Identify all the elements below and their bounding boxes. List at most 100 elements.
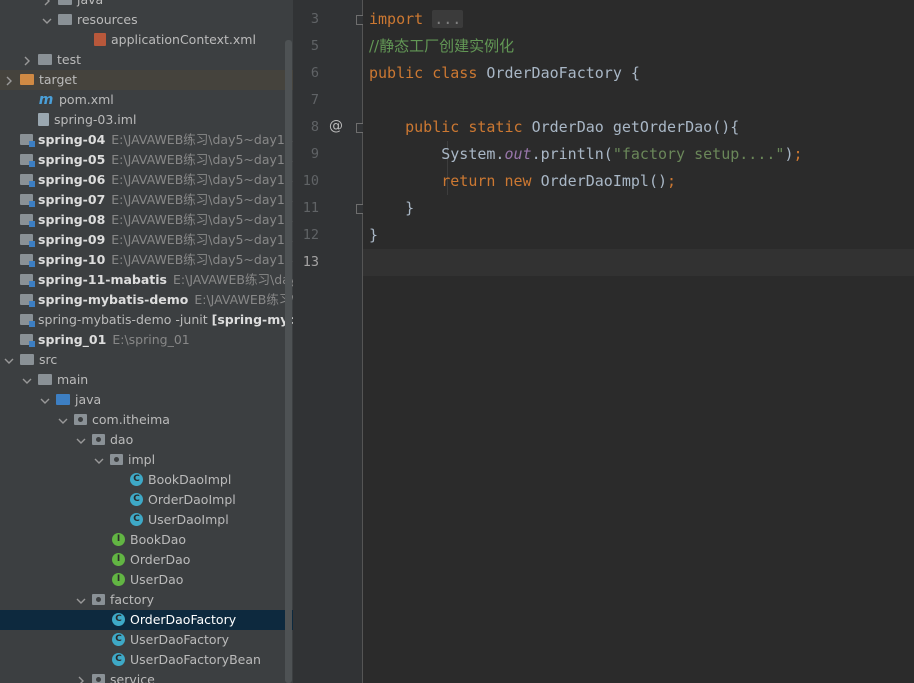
- tree-item[interactable]: java: [0, 0, 293, 10]
- tree-item[interactable]: spring-03.iml: [0, 110, 293, 130]
- code-token: ;: [667, 172, 677, 190]
- tree-item[interactable]: spring-06 E:\JAVAWEB练习\day5~day14课件\da: [0, 170, 293, 190]
- module-path: E:\spring_01: [112, 332, 190, 347]
- interface-icon: I: [112, 573, 125, 586]
- tree-item[interactable]: com.itheima: [0, 410, 293, 430]
- tree-item-label: spring-03.iml: [54, 112, 137, 127]
- chevron-down-icon[interactable]: [22, 376, 32, 386]
- chevron-down-icon[interactable]: [58, 416, 68, 426]
- tree-item-label: factory: [110, 592, 155, 607]
- line-number: 11: [302, 200, 319, 216]
- tree-item-label: OrderDaoImpl: [148, 492, 236, 507]
- chevron-right-icon[interactable]: [42, 0, 52, 6]
- tree-item[interactable]: applicationContext.xml: [0, 30, 293, 50]
- code-line[interactable]: System.out.println("factory setup....");: [369, 141, 802, 168]
- tree-item[interactable]: C BookDaoImpl: [0, 470, 293, 490]
- chevron-down-icon[interactable]: [42, 16, 52, 26]
- tree-item[interactable]: C UserDaoFactory: [0, 630, 293, 650]
- tree-item[interactable]: spring-05 E:\JAVAWEB练习\day5~day14课件\da: [0, 150, 293, 170]
- tree-item[interactable]: target: [0, 70, 293, 90]
- tree-item[interactable]: spring-mybatis-demo E:\JAVAWEB练习\day5~: [0, 290, 293, 310]
- chevron-down-icon[interactable]: [40, 396, 50, 406]
- tree-item[interactable]: C UserDaoImpl: [0, 510, 293, 530]
- tree-item[interactable]: service: [0, 670, 293, 683]
- module-icon: [20, 234, 35, 247]
- package-icon: [92, 434, 105, 445]
- line-number: 5: [310, 38, 319, 54]
- tree-item-label: UserDaoFactory: [130, 632, 230, 647]
- tree-item[interactable]: I UserDao: [0, 570, 293, 590]
- line-number: 13: [302, 254, 319, 270]
- code-token: OrderDaoImpl(): [540, 172, 668, 190]
- line-number: 9: [310, 146, 319, 162]
- package-icon: [110, 454, 123, 465]
- tree-item[interactable]: resources: [0, 10, 293, 30]
- maven-icon: m: [38, 91, 54, 108]
- tree-item[interactable]: spring-09 E:\JAVAWEB练习\day5~day14课件\da: [0, 230, 293, 250]
- tree-item[interactable]: spring-10 E:\JAVAWEB练习\day5~day14课件\da: [0, 250, 293, 270]
- tree-item-label: com.itheima: [92, 412, 170, 427]
- chevron-right-icon[interactable]: [22, 56, 32, 66]
- tree-item[interactable]: java: [0, 390, 293, 410]
- code-token: "factory setup....": [612, 145, 785, 163]
- tree-item[interactable]: C OrderDaoImpl: [0, 490, 293, 510]
- tree-item[interactable]: spring_01 E:\spring_01: [0, 330, 293, 350]
- tree-item-label: spring-mybatis-demo: [38, 292, 189, 307]
- module-icon: [20, 174, 35, 187]
- tree-item[interactable]: test: [0, 50, 293, 70]
- code-editor[interactable]: import ... //静态工厂创建实例化 public class OrderD…: [363, 0, 914, 683]
- module-path: E:\JAVAWEB练习\day5~day14课件\da: [111, 212, 293, 227]
- tree-item[interactable]: C UserDaoFactoryBean: [0, 650, 293, 670]
- chevron-right-icon[interactable]: [76, 676, 86, 683]
- tree-item-label: main: [57, 372, 89, 387]
- tree-item-label: applicationContext.xml: [111, 32, 256, 47]
- tree-item[interactable]: spring-07 E:\JAVAWEB练习\day5~day14课件\da: [0, 190, 293, 210]
- tree-item-label: spring-04: [38, 132, 106, 147]
- tree-item[interactable]: spring-11-mabatis E:\JAVAWEB练习\day5~day: [0, 270, 293, 290]
- code-line[interactable]: return new OrderDaoImpl();: [369, 168, 676, 195]
- module-path: E:\JAVAWEB练习\day5~day14课件\da: [111, 252, 293, 267]
- tree-item-label: target: [39, 72, 78, 87]
- code-token: System.: [369, 145, 505, 163]
- tree-item-label: spring-mybatis-demo -junit: [38, 312, 208, 327]
- chevron-down-icon[interactable]: [76, 436, 86, 446]
- tree-item[interactable]: m pom.xml: [0, 90, 293, 110]
- tree-item[interactable]: src: [0, 350, 293, 370]
- code-token: out: [504, 145, 532, 163]
- tree-item[interactable]: I BookDao: [0, 530, 293, 550]
- tree-item[interactable]: I OrderDao: [0, 550, 293, 570]
- chevron-down-icon[interactable]: [94, 456, 104, 466]
- code-line[interactable]: public static OrderDao getOrderDao(){: [369, 114, 739, 141]
- tree-item[interactable]: impl: [0, 450, 293, 470]
- module-icon: [20, 134, 35, 147]
- tree-item-label: java: [77, 0, 103, 7]
- chevron-right-icon[interactable]: [4, 76, 14, 86]
- interface-icon: I: [112, 533, 125, 546]
- tree-item[interactable]: dao: [0, 430, 293, 450]
- tree-item[interactable]: main: [0, 370, 293, 390]
- tree-item[interactable]: spring-mybatis-demo -junit[spring-mybati…: [0, 310, 293, 330]
- code-line[interactable]: public class OrderDaoFactory {: [369, 60, 640, 87]
- chevron-down-icon[interactable]: [4, 356, 14, 366]
- tree-item[interactable]: spring-04 E:\JAVAWEB练习\day5~day14课件\da: [0, 130, 293, 150]
- tree-item[interactable]: spring-08 E:\JAVAWEB练习\day5~day14课件\da: [0, 210, 293, 230]
- code-line[interactable]: import ...: [369, 6, 464, 33]
- tree-item-label: spring-11-mabatis: [38, 272, 167, 287]
- tree-item[interactable]: factory: [0, 590, 293, 610]
- folder-icon: [38, 54, 52, 65]
- code-line[interactable]: }: [369, 222, 378, 249]
- chevron-down-icon[interactable]: [76, 596, 86, 606]
- excluded-folder-icon: [20, 74, 34, 85]
- code-token: .println(: [531, 145, 613, 163]
- code-line[interactable]: }: [369, 195, 414, 222]
- tree-item-label: BookDaoImpl: [148, 472, 232, 487]
- implementation-marker-icon[interactable]: @: [329, 118, 343, 134]
- collapsed-imports[interactable]: ...: [432, 10, 464, 28]
- tree-scrollbar[interactable]: [285, 40, 292, 683]
- code-token: public static: [405, 118, 532, 136]
- tree-item[interactable]: C OrderDaoFactory: [0, 610, 293, 630]
- code-line[interactable]: //静态工厂创建实例化: [369, 33, 514, 60]
- code-token: //静态工厂创建实例化: [369, 37, 515, 55]
